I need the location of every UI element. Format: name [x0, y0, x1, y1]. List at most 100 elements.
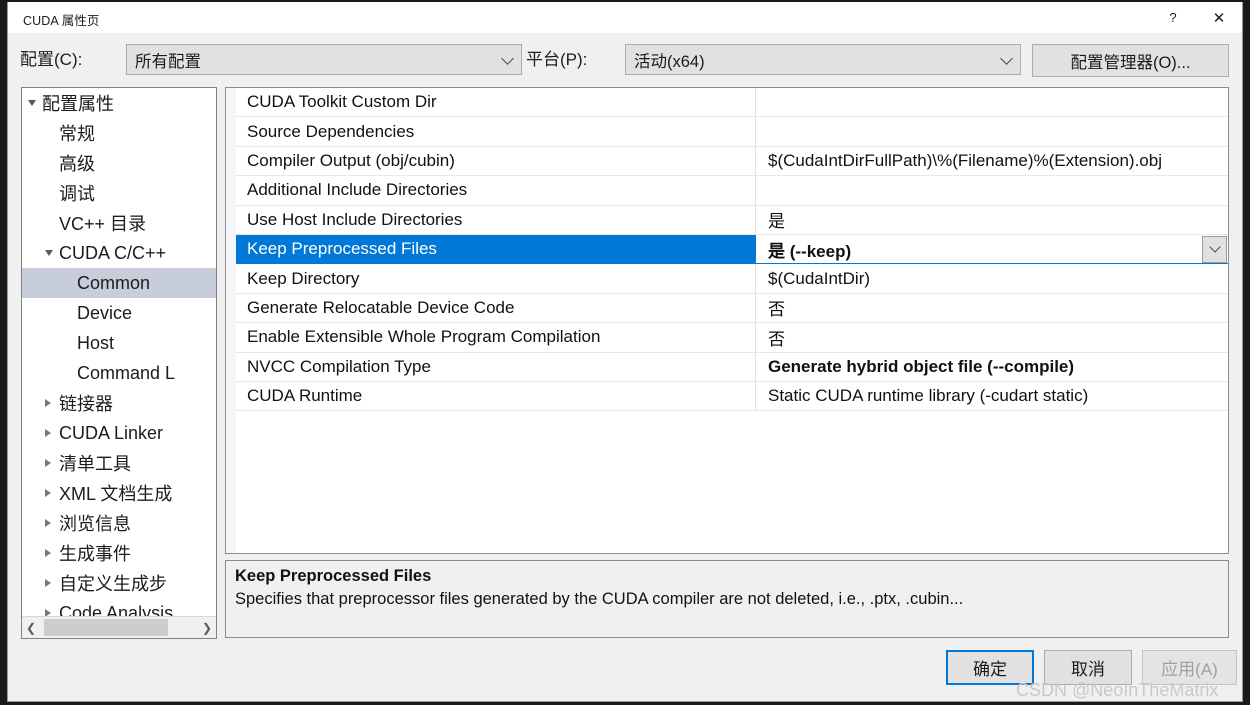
- tree-item-[interactable]: 配置属性: [22, 88, 216, 118]
- property-grid-panel: CUDA Toolkit Custom DirSource Dependenci…: [225, 87, 1229, 554]
- configuration-dropdown-value: 所有配置: [127, 48, 201, 72]
- tree-item-xml[interactable]: XML 文档生成: [22, 478, 216, 508]
- tree-item-label: 生成事件: [59, 540, 131, 566]
- tree-item-[interactable]: 调试: [22, 178, 216, 208]
- configuration-label: 配置(C):: [20, 45, 82, 70]
- window-title: CUDA 属性页: [23, 10, 100, 29]
- chevron-down-icon[interactable]: [28, 100, 36, 106]
- chevron-right-icon[interactable]: [45, 519, 51, 527]
- property-row[interactable]: Keep Directory$(CudaIntDir): [236, 264, 1228, 293]
- platform-label: 平台(P):: [526, 45, 587, 70]
- cancel-button[interactable]: 取消: [1044, 650, 1132, 685]
- scrollbar-thumb[interactable]: [44, 619, 168, 636]
- chevron-right-icon[interactable]: [45, 579, 51, 587]
- property-value[interactable]: 是 (--keep): [756, 235, 1228, 263]
- property-row[interactable]: Enable Extensible Whole Program Compilat…: [236, 323, 1228, 352]
- property-value[interactable]: Static CUDA runtime library (-cudart sta…: [756, 382, 1228, 410]
- chevron-down-icon: [1000, 52, 1013, 65]
- property-row[interactable]: Source Dependencies: [236, 117, 1228, 146]
- title-bar: CUDA 属性页 ? ✕: [8, 2, 1242, 33]
- tree-item-cuda-c-c[interactable]: CUDA C/C++: [22, 238, 216, 268]
- tree-item-[interactable]: 链接器: [22, 388, 216, 418]
- tree-item-cuda-linker[interactable]: CUDA Linker: [22, 418, 216, 448]
- platform-dropdown-value: 活动(x64): [626, 48, 705, 72]
- tree-item-label: Code Analysis: [59, 603, 173, 618]
- property-row[interactable]: Additional Include Directories: [236, 176, 1228, 205]
- property-value-dropdown-button[interactable]: [1202, 236, 1227, 263]
- property-name: Keep Preprocessed Files: [236, 235, 756, 263]
- property-value[interactable]: 否: [756, 323, 1228, 351]
- tree-item-label: Device: [77, 303, 132, 324]
- property-name: Additional Include Directories: [236, 176, 756, 204]
- tree-item-[interactable]: 清单工具: [22, 448, 216, 478]
- tree-item-label: CUDA Linker: [59, 423, 163, 444]
- tree-item-command-l[interactable]: Command L: [22, 358, 216, 388]
- tree-item-label: 配置属性: [42, 90, 114, 116]
- chevron-right-icon[interactable]: [45, 459, 51, 467]
- help-icon[interactable]: ?: [1150, 2, 1196, 33]
- tree-item-label: VC++ 目录: [59, 210, 146, 236]
- property-value[interactable]: [756, 88, 1228, 116]
- property-value[interactable]: [756, 176, 1228, 204]
- ok-button[interactable]: 确定: [946, 650, 1034, 685]
- tree-item-label: Common: [77, 273, 150, 294]
- scroll-right-icon[interactable]: ❯: [198, 617, 216, 638]
- tree-item-code-analysis[interactable]: Code Analysis: [22, 598, 216, 617]
- chevron-right-icon[interactable]: [45, 489, 51, 497]
- configuration-manager-button[interactable]: 配置管理器(O)...: [1032, 44, 1229, 77]
- tree-item-vc[interactable]: VC++ 目录: [22, 208, 216, 238]
- property-row[interactable]: Compiler Output (obj/cubin)$(CudaIntDirF…: [236, 147, 1228, 176]
- property-name: Source Dependencies: [236, 117, 756, 145]
- platform-dropdown[interactable]: 活动(x64): [625, 44, 1021, 75]
- chevron-down-icon[interactable]: [45, 250, 53, 256]
- property-name: Enable Extensible Whole Program Compilat…: [236, 323, 756, 351]
- property-name: CUDA Toolkit Custom Dir: [236, 88, 756, 116]
- tree-item-device[interactable]: Device: [22, 298, 216, 328]
- tree-horizontal-scrollbar[interactable]: ❮ ❯: [22, 616, 216, 638]
- property-tree[interactable]: 配置属性常规高级调试 VC++ 目录CUDA C/C++ Common Device H…: [22, 88, 216, 617]
- property-name: Compiler Output (obj/cubin): [236, 147, 756, 175]
- property-name: Generate Relocatable Device Code: [236, 294, 756, 322]
- tree-item-[interactable]: 高级: [22, 148, 216, 178]
- property-tree-panel: 配置属性常规高级调试 VC++ 目录CUDA C/C++ Common Device H…: [21, 87, 217, 639]
- property-row[interactable]: Use Host Include Directories是: [236, 206, 1228, 235]
- property-row[interactable]: Keep Preprocessed Files是 (--keep): [236, 235, 1228, 264]
- chevron-right-icon[interactable]: [45, 549, 51, 557]
- cuda-property-pages-dialog: CUDA 属性页 ? ✕ 配置(C): 所有配置 平台(P): 活动(x64) …: [7, 2, 1243, 702]
- chevron-right-icon[interactable]: [45, 399, 51, 407]
- property-row[interactable]: NVCC Compilation TypeGenerate hybrid obj…: [236, 353, 1228, 382]
- property-grid-rows: CUDA Toolkit Custom DirSource Dependenci…: [236, 88, 1228, 411]
- property-row[interactable]: CUDA Toolkit Custom Dir: [236, 88, 1228, 117]
- tree-item-label: 常规: [59, 120, 95, 146]
- property-name: Use Host Include Directories: [236, 206, 756, 234]
- property-value[interactable]: $(CudaIntDir): [756, 264, 1228, 292]
- close-icon[interactable]: ✕: [1196, 2, 1242, 33]
- tree-item-common[interactable]: Common: [22, 268, 216, 298]
- property-value[interactable]: Generate hybrid object file (--compile): [756, 353, 1228, 381]
- tree-item-label: XML 文档生成: [59, 480, 172, 506]
- tree-item-host[interactable]: Host: [22, 328, 216, 358]
- tree-item-label: 调试: [59, 180, 95, 206]
- tree-item-label: 浏览信息: [59, 510, 131, 536]
- property-row[interactable]: Generate Relocatable Device Code否: [236, 294, 1228, 323]
- tree-item-[interactable]: 自定义生成步: [22, 568, 216, 598]
- apply-button[interactable]: 应用(A): [1142, 650, 1237, 685]
- scroll-left-icon[interactable]: ❮: [22, 617, 40, 638]
- chevron-right-icon[interactable]: [45, 429, 51, 437]
- tree-item-[interactable]: 生成事件: [22, 538, 216, 568]
- tree-item-label: 链接器: [59, 390, 113, 416]
- chevron-down-icon: [1209, 242, 1220, 253]
- property-name: CUDA Runtime: [236, 382, 756, 410]
- property-value[interactable]: [756, 117, 1228, 145]
- tree-item-label: 自定义生成步: [59, 570, 167, 596]
- tree-item-[interactable]: 常规: [22, 118, 216, 148]
- tree-item-[interactable]: 浏览信息: [22, 508, 216, 538]
- property-value[interactable]: 否: [756, 294, 1228, 322]
- configuration-dropdown[interactable]: 所有配置: [126, 44, 522, 75]
- configuration-bar: 配置(C): 所有配置 平台(P): 活动(x64) 配置管理器(O)...: [8, 33, 1242, 86]
- property-value[interactable]: 是: [756, 206, 1228, 234]
- description-title: Keep Preprocessed Files: [235, 567, 431, 586]
- property-row[interactable]: CUDA RuntimeStatic CUDA runtime library …: [236, 382, 1228, 411]
- tree-item-label: 高级: [59, 150, 95, 176]
- property-value[interactable]: $(CudaIntDirFullPath)\%(Filename)%(Exten…: [756, 147, 1228, 175]
